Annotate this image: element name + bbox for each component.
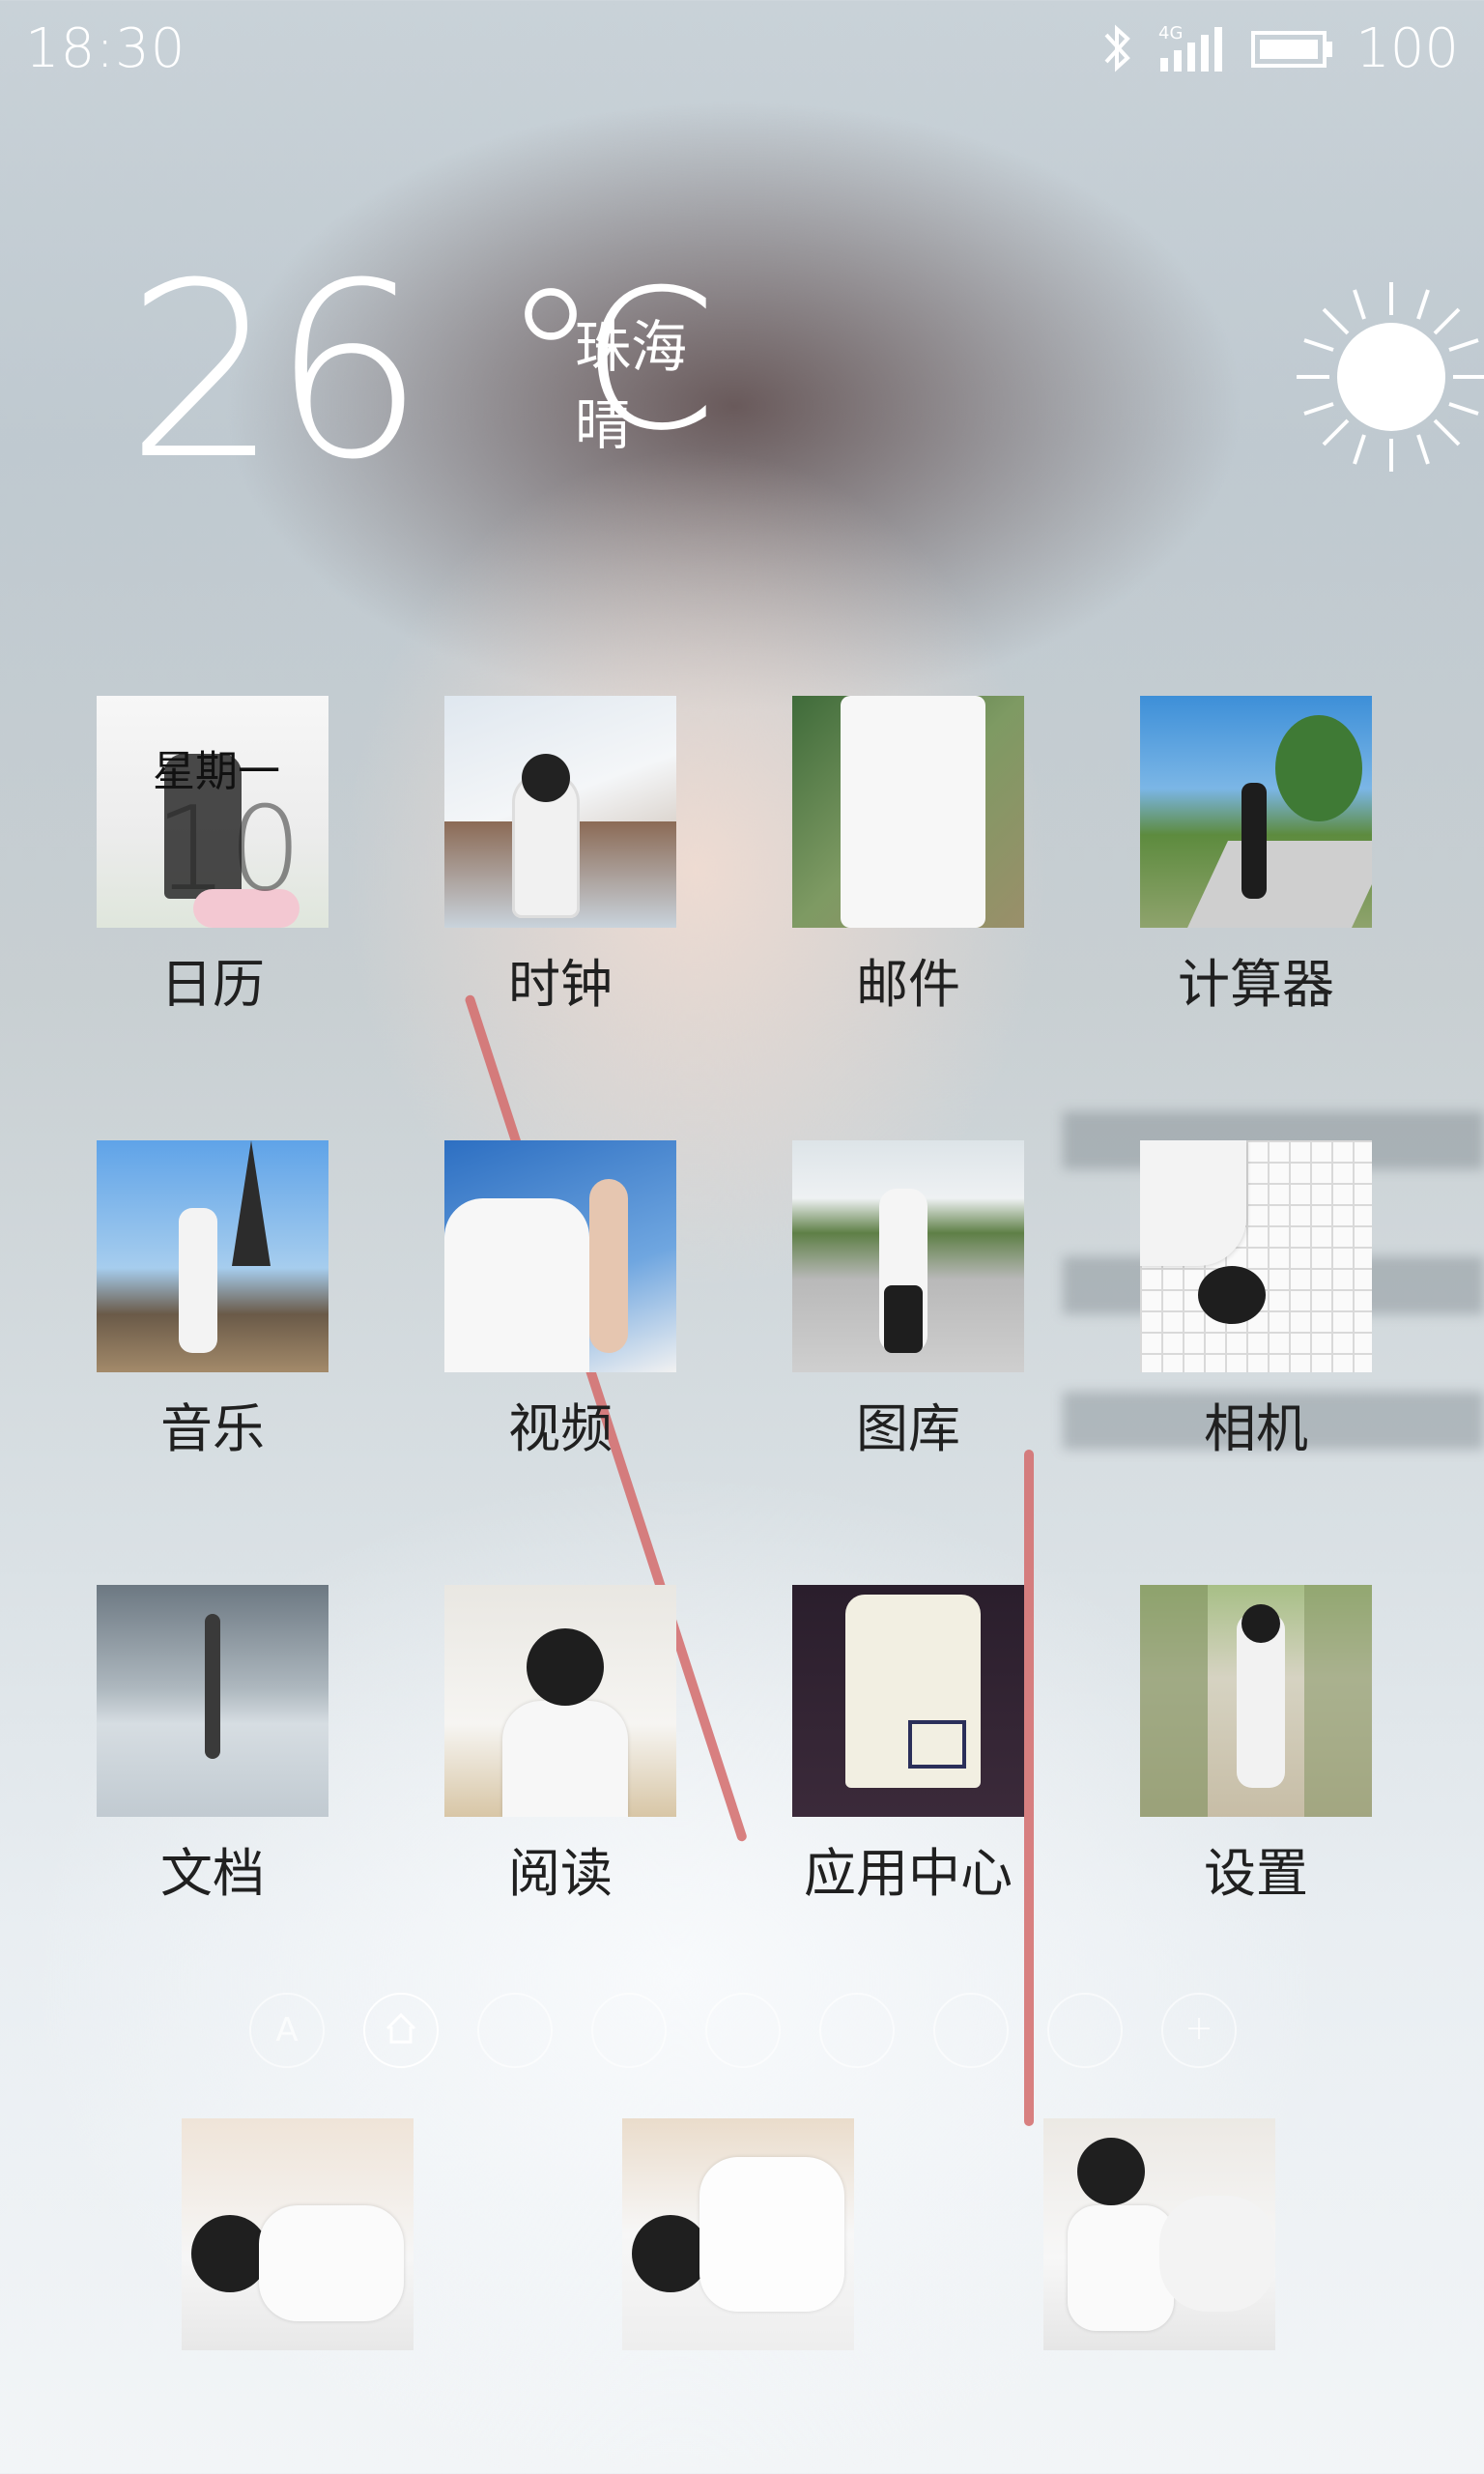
app-video[interactable]: 视频 [444, 1140, 676, 1585]
video-icon [444, 1140, 676, 1372]
page-indicator[interactable] [477, 1993, 553, 2068]
weather-condition: 晴 [575, 391, 632, 457]
app-reader[interactable]: 阅读 [444, 1585, 676, 2029]
status-time: 18:30 [25, 16, 186, 80]
photo-hair [191, 2215, 269, 2292]
calendar-icon: 星期一 10 [97, 696, 328, 928]
page-indicators: A [249, 1993, 1254, 2068]
app-calculator[interactable]: 计算器 [1140, 696, 1372, 1140]
app-music[interactable]: 音乐 [97, 1140, 328, 1585]
signal-4g-icon: 4G [1158, 19, 1230, 77]
app-settings[interactable]: 设置 [1140, 1585, 1372, 2029]
temperature: 26 [126, 231, 425, 512]
page-indicator-letter[interactable]: A [249, 1993, 325, 2068]
page-indicator[interactable] [705, 1993, 781, 2068]
app-label: 音乐 [160, 1398, 265, 1459]
page-indicator[interactable] [933, 1993, 1009, 2068]
app-label: 时钟 [508, 954, 613, 1015]
photo-person [205, 1614, 220, 1759]
settings-icon [1140, 1585, 1372, 1817]
dock [182, 2118, 1302, 2350]
app-label: 设置 [1204, 1843, 1308, 1904]
app-clock[interactable]: 时钟 [444, 696, 676, 1140]
status-bar: 18:30 4G 100 [0, 0, 1484, 97]
network-type-label: 4G [1158, 23, 1183, 43]
photo-hand [589, 1179, 628, 1353]
app-label: 图库 [856, 1398, 960, 1459]
photo-person [1140, 1140, 1246, 1266]
photo-hair [1241, 1604, 1280, 1643]
app-store[interactable]: 应用中心 [792, 1585, 1024, 2029]
gallery-icon [792, 1140, 1024, 1372]
page-indicator[interactable] [819, 1993, 895, 2068]
photo-shirt [1068, 2205, 1174, 2331]
weather-widget[interactable]: 26 ℃ 珠海 晴 [126, 251, 1484, 493]
email-icon [792, 696, 1024, 928]
photo-hair [527, 1628, 604, 1706]
calendar-date: 10 [155, 783, 302, 917]
status-icons: 4G 100 [1099, 17, 1459, 80]
battery-level: 100 [1356, 16, 1459, 80]
photo-tree [1275, 715, 1362, 821]
app-label: 计算器 [1178, 954, 1334, 1015]
page-indicator-letter-label: A [275, 2011, 299, 2050]
music-icon [97, 1140, 328, 1372]
app-store-icon [792, 1585, 1024, 1817]
app-label: 视频 [508, 1398, 613, 1459]
app-email[interactable]: 邮件 [792, 696, 1024, 1140]
photo-person [1241, 783, 1267, 899]
photo-tower [232, 1140, 271, 1266]
sun-icon [1295, 280, 1484, 477]
app-label: 相机 [1204, 1398, 1308, 1459]
clock-icon [444, 696, 676, 928]
dock-app-3[interactable] [1043, 2118, 1275, 2350]
battery-icon [1251, 19, 1334, 77]
dock-app-2[interactable] [622, 2118, 854, 2350]
app-label: 邮件 [856, 954, 960, 1015]
app-label: 文档 [160, 1843, 265, 1904]
app-label: 日历 [160, 954, 265, 1015]
page-indicator-home[interactable] [363, 1993, 439, 2068]
bluetooth-icon [1099, 19, 1137, 77]
photo-shirt [502, 1701, 628, 1817]
photo-trousers [884, 1285, 923, 1353]
photo-shirt [259, 2205, 404, 2321]
photo-pocket [908, 1720, 966, 1769]
camera-icon [1140, 1140, 1372, 1372]
photo-trees [1140, 1585, 1208, 1817]
app-grid: 星期一 10 日历 时钟 邮件 计算器 音乐 视频 图库 相机 文档 阅读 应用… [97, 696, 1391, 2029]
app-calendar[interactable]: 星期一 10 日历 [97, 696, 328, 1140]
app-gallery[interactable]: 图库 [792, 1140, 1024, 1585]
photo-hair [1077, 2138, 1145, 2205]
documents-icon [97, 1585, 328, 1817]
page-indicator-add[interactable] [1161, 1993, 1237, 2068]
home-icon [382, 2009, 420, 2052]
photo-hair [1198, 1266, 1266, 1324]
city-name: 珠海 [575, 314, 688, 380]
app-label: 阅读 [508, 1843, 613, 1904]
reader-icon [444, 1585, 676, 1817]
photo-blanket [1159, 2196, 1275, 2312]
photo-trees [1304, 1585, 1372, 1817]
photo-person [179, 1208, 217, 1353]
photo-shirt [841, 696, 985, 928]
app-camera[interactable]: 相机 [1140, 1140, 1372, 1585]
photo-hair [632, 2215, 709, 2292]
photo-hair [522, 754, 570, 802]
photo-shirt [444, 1198, 589, 1372]
page-indicator[interactable] [1047, 1993, 1123, 2068]
page-indicator[interactable] [591, 1993, 667, 2068]
calculator-icon [1140, 696, 1372, 928]
plus-icon [1184, 2014, 1213, 2047]
app-documents[interactable]: 文档 [97, 1585, 328, 2029]
dock-app-1[interactable] [182, 2118, 414, 2350]
photo-shirt [699, 2157, 844, 2312]
app-label: 应用中心 [804, 1843, 1013, 1904]
photo-road [1187, 841, 1372, 928]
